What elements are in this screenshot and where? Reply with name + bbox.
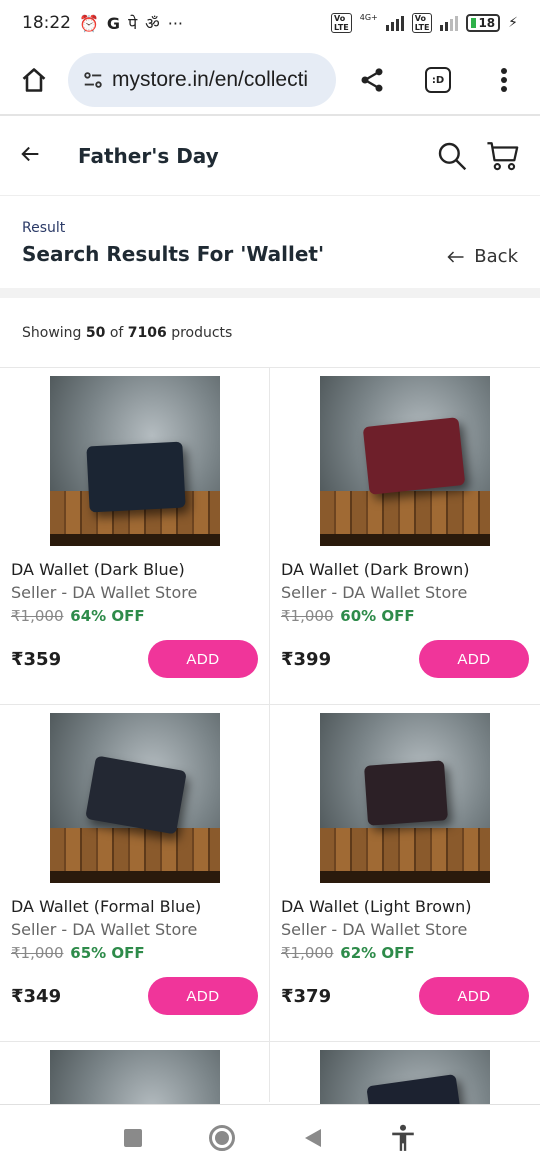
product-price: ₹349 bbox=[11, 985, 62, 1007]
product-mrp: ₹1,000 bbox=[281, 944, 334, 962]
price-line: ₹1,000 62% OFF bbox=[281, 944, 529, 962]
wallet-shape bbox=[85, 441, 186, 513]
arrow-left-icon bbox=[21, 146, 39, 161]
pe-icon: पे bbox=[128, 14, 138, 33]
product-name[interactable]: DA Wallet (Dark Brown) bbox=[281, 560, 529, 579]
net-type-label: 4G+ bbox=[359, 13, 378, 22]
product-image[interactable] bbox=[49, 713, 220, 883]
total-count: 7106 bbox=[127, 324, 167, 341]
product-seller: Seller - DA Wallet Store bbox=[281, 583, 468, 602]
search-results-heading: Search Results For 'Wallet' bbox=[22, 242, 325, 266]
product-name[interactable]: DA Wallet (Dark Blue) bbox=[11, 560, 258, 579]
status-bar: 18:22 ⏰ G पे ॐ ··· Vo LTE 4G+ Vo LTE 18 ⚡ bbox=[0, 0, 540, 46]
result-label: Result bbox=[22, 220, 66, 236]
product-card-partial[interactable] bbox=[270, 1042, 540, 1170]
url-text[interactable]: mystore.in/en/collecti bbox=[112, 68, 308, 92]
add-to-cart-button[interactable]: ADD bbox=[419, 640, 529, 678]
back-nav-icon[interactable] bbox=[303, 1127, 323, 1149]
alarm-icon: ⏰ bbox=[79, 13, 99, 33]
more-vert-icon bbox=[501, 68, 507, 92]
showing-prefix: Showing bbox=[22, 324, 82, 341]
arrow-left-icon bbox=[447, 250, 464, 263]
site-settings-icon[interactable] bbox=[82, 69, 104, 91]
product-seller: Seller - DA Wallet Store bbox=[281, 920, 468, 939]
header-back-button[interactable] bbox=[20, 143, 60, 169]
product-seller: Seller - DA Wallet Store bbox=[11, 583, 198, 602]
price-line: ₹1,000 65% OFF bbox=[11, 944, 258, 962]
product-discount: 60% OFF bbox=[340, 607, 415, 625]
search-icon[interactable] bbox=[436, 140, 468, 172]
product-grid: DA Wallet (Dark Blue) Seller - DA Wallet… bbox=[0, 368, 540, 1170]
signal-icon-2 bbox=[440, 15, 459, 31]
browser-toolbar: mystore.in/en/collecti :D bbox=[0, 46, 540, 114]
status-time: 18:22 bbox=[22, 13, 71, 33]
accessibility-icon[interactable] bbox=[390, 1124, 416, 1152]
wallet-shape bbox=[362, 417, 466, 495]
product-name[interactable]: DA Wallet (Formal Blue) bbox=[11, 897, 258, 916]
add-to-cart-button[interactable]: ADD bbox=[148, 640, 258, 678]
status-right: Vo LTE 4G+ Vo LTE 18 ⚡ bbox=[331, 13, 518, 33]
home-icon bbox=[22, 68, 46, 92]
product-name[interactable]: DA Wallet (Light Brown) bbox=[281, 897, 529, 916]
share-icon bbox=[361, 68, 383, 92]
results-count: Showing 50 of 7106 products bbox=[0, 298, 540, 368]
more-dots-icon: ··· bbox=[167, 13, 184, 33]
showing-suffix: products bbox=[171, 324, 233, 341]
cart-icon[interactable] bbox=[486, 139, 520, 173]
product-mrp: ₹1,000 bbox=[11, 607, 64, 625]
back-link[interactable]: Back bbox=[446, 246, 518, 267]
product-mrp: ₹1,000 bbox=[281, 607, 334, 625]
battery-level: 18 bbox=[478, 16, 496, 30]
product-image[interactable] bbox=[320, 376, 490, 546]
price-line: ₹1,000 60% OFF bbox=[281, 607, 529, 625]
product-seller: Seller - DA Wallet Store bbox=[11, 920, 198, 939]
product-mrp: ₹1,000 bbox=[11, 944, 64, 962]
browser-menu-button[interactable] bbox=[482, 58, 526, 102]
system-nav-bar bbox=[0, 1104, 540, 1170]
app-header: Father's Day bbox=[0, 116, 540, 196]
wallet-shape bbox=[84, 755, 187, 835]
volte-icon: Vo LTE bbox=[331, 13, 352, 33]
header-actions bbox=[436, 139, 520, 173]
back-label: Back bbox=[474, 246, 518, 267]
product-image[interactable] bbox=[320, 713, 490, 883]
tabs-button[interactable]: :D bbox=[416, 58, 460, 102]
result-section: Result Search Results For 'Wallet' Back bbox=[0, 196, 540, 298]
product-card[interactable]: DA Wallet (Dark Blue) Seller - DA Wallet… bbox=[0, 368, 270, 705]
tabs-icon: :D bbox=[425, 67, 451, 93]
add-to-cart-button[interactable]: ADD bbox=[148, 977, 258, 1015]
url-bar[interactable]: mystore.in/en/collecti bbox=[68, 53, 336, 107]
recents-button[interactable] bbox=[123, 1128, 142, 1147]
home-nav-button[interactable] bbox=[209, 1124, 236, 1151]
product-price: ₹399 bbox=[281, 648, 332, 670]
product-price: ₹379 bbox=[281, 985, 332, 1007]
product-image[interactable] bbox=[49, 376, 220, 546]
product-price: ₹359 bbox=[11, 648, 62, 670]
showing-of: of bbox=[109, 324, 124, 341]
wallet-shape bbox=[364, 760, 448, 826]
home-button[interactable] bbox=[14, 60, 54, 100]
volte-icon-2: Vo LTE bbox=[411, 13, 433, 33]
page-title: Father's Day bbox=[78, 143, 219, 168]
charging-icon: ⚡ bbox=[508, 15, 518, 31]
hindi-keyboard-icon: ॐ bbox=[145, 14, 160, 33]
product-card-partial[interactable] bbox=[0, 1042, 270, 1170]
google-icon: G bbox=[106, 13, 121, 33]
signal-icon bbox=[385, 15, 404, 31]
product-discount: 62% OFF bbox=[340, 944, 415, 962]
product-discount: 65% OFF bbox=[70, 944, 145, 962]
showing-count: 50 bbox=[85, 324, 106, 341]
battery-icon: 18 bbox=[466, 14, 501, 32]
product-discount: 64% OFF bbox=[70, 607, 145, 625]
price-line: ₹1,000 64% OFF bbox=[11, 607, 258, 625]
product-card[interactable]: DA Wallet (Formal Blue) Seller - DA Wall… bbox=[0, 705, 270, 1042]
product-card[interactable]: DA Wallet (Dark Brown) Seller - DA Walle… bbox=[270, 368, 540, 705]
share-button[interactable] bbox=[350, 58, 394, 102]
product-card[interactable]: DA Wallet (Light Brown) Seller - DA Wall… bbox=[270, 705, 540, 1042]
add-to-cart-button[interactable]: ADD bbox=[419, 977, 529, 1015]
